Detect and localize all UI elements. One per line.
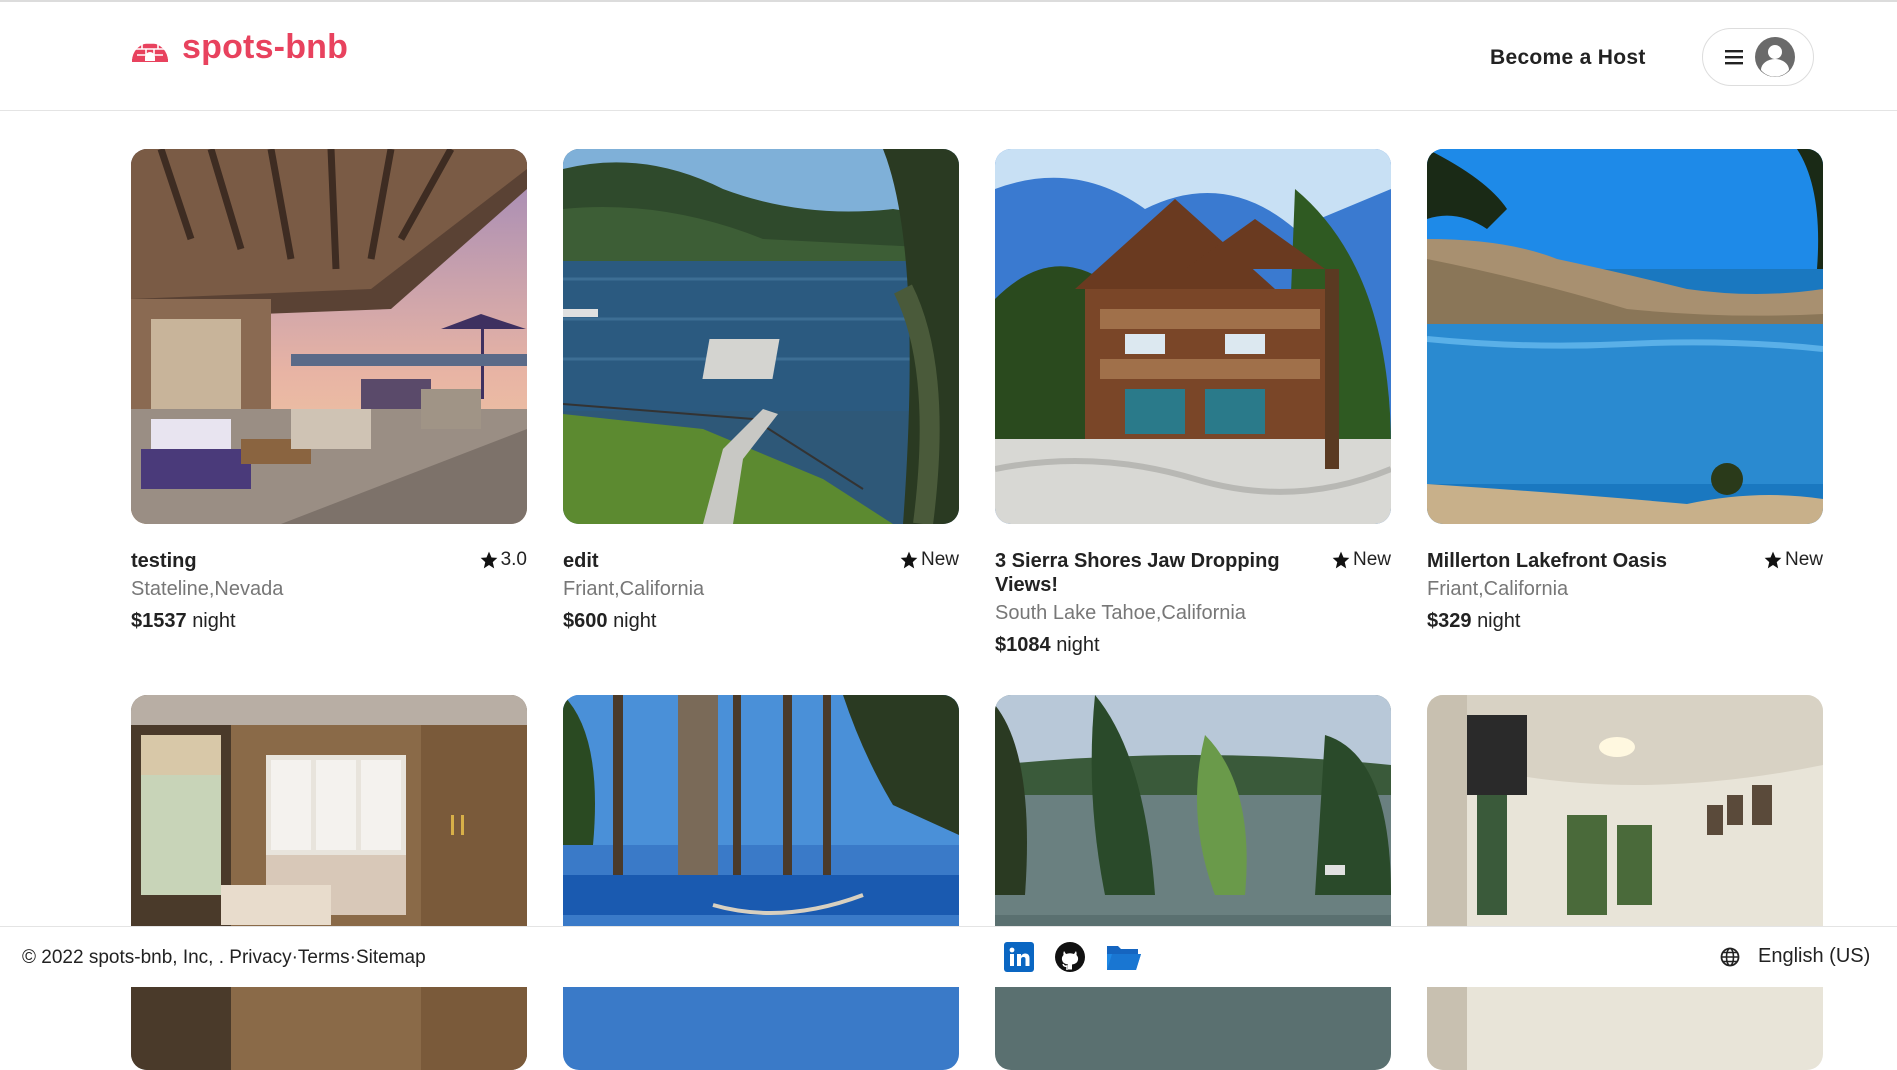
listing-location: Friant,California [563,578,705,600]
listing-title: edit [563,550,599,572]
sitemap-link[interactable]: Sitemap [356,947,426,968]
listing-photo-pine-lake[interactable] [563,695,959,1070]
folder-icon[interactable] [1106,942,1142,972]
social-links [1004,941,1162,973]
listing-rating: 3.0 [479,549,527,571]
privacy-link[interactable]: Privacy [229,947,291,968]
price-unit: night [613,610,657,632]
star-icon [1332,551,1350,569]
listing-price: $329 night [1427,609,1823,633]
rating-value: New [1784,549,1823,570]
listing-photo-spa-room[interactable] [131,695,527,1070]
listing-photo-lake-pines[interactable] [995,695,1391,1070]
language-label: English (US) [1758,945,1871,967]
price-unit: night [192,610,236,632]
listing-price: $1537 night [131,609,527,633]
listing-info: 3 Sierra Shores Jaw Dropping Views! New … [995,549,1391,657]
price-amount: $1084 [995,634,1051,656]
listing-photo-patio[interactable] [131,149,527,524]
listing-location: Friant,California [1427,578,1569,600]
price-amount: $1537 [131,610,187,632]
price-unit: night [1477,610,1521,632]
price-unit: night [1056,634,1100,656]
listing-price: $1084 night [995,633,1391,657]
github-icon[interactable] [1054,941,1086,973]
rating-value: 3.0 [500,549,527,570]
listing-photo-millerton-lake[interactable] [1427,149,1823,524]
listing-photo-lodge[interactable] [995,149,1391,524]
listing-title: Millerton Lakefront Oasis [1427,550,1668,572]
language-selector[interactable]: English (US) [1720,945,1870,968]
rating-value: New [1352,549,1391,570]
copyright-text: © 2022 spots-bnb, Inc, . [22,947,230,968]
listing-rating: New [1331,549,1391,571]
globe-icon [1720,947,1740,966]
footer-copyright: © 2022 spots-bnb, Inc, . Privacy·Terms·S… [22,947,426,969]
listing-photo-bedroom[interactable] [1427,695,1823,1070]
listings-grid: testing 3.0 Stateline,Nevada $1537 night [0,0,1897,1070]
listing-title: 3 Sierra Shores Jaw Dropping Views! [995,550,1280,596]
star-icon [480,551,497,569]
star-icon [900,551,918,569]
listing-title: testing [131,550,197,572]
price-amount: $600 [563,610,608,632]
listing-photo-lake-dock[interactable] [563,149,959,524]
terms-link[interactable]: Terms [298,947,350,968]
rating-value: New [920,549,959,570]
listing-info: Millerton Lakefront Oasis New Friant,Cal… [1427,549,1823,633]
listing-info: testing 3.0 Stateline,Nevada $1537 night [131,549,527,633]
listing-location: South Lake Tahoe,California [995,602,1246,624]
listing-location: Stateline,Nevada [131,578,284,600]
price-amount: $329 [1427,610,1472,632]
listing-rating: New [899,549,959,571]
linkedin-icon[interactable] [1004,942,1034,972]
star-icon [1764,551,1782,569]
listing-info: edit New Friant,California $600 night [563,549,959,633]
listing-rating: New [1763,549,1823,571]
listing-price: $600 night [563,609,959,633]
site-footer: © 2022 spots-bnb, Inc, . Privacy·Terms·S… [0,926,1897,987]
